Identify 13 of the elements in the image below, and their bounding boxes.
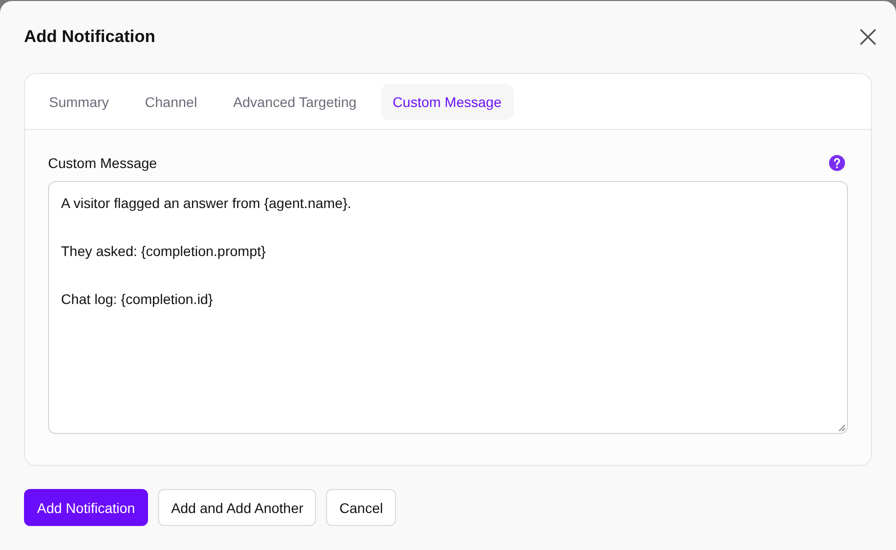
message-field[interactable]: A visitor flagged an answer from {agent.name}. They asked: {completion.prompt} Chat log: {completion.id} (48, 181, 848, 434)
dialog-title: Add Notification (24, 27, 156, 47)
field-label: Custom Message (48, 155, 157, 171)
secondary-button[interactable]: Add and Add Another (158, 489, 316, 526)
tab[interactable]: Custom Message (380, 84, 514, 120)
resize-grip-icon[interactable] (838, 424, 846, 432)
tab[interactable]: Summary (37, 84, 121, 120)
tab[interactable]: Channel (132, 84, 210, 120)
tab[interactable]: Advanced Targeting (221, 84, 369, 120)
help-icon[interactable] (828, 154, 846, 172)
close-button[interactable] (858, 27, 878, 47)
secondary-button[interactable]: Cancel (326, 489, 396, 526)
add-notification-button[interactable]: Add Notification (24, 489, 148, 526)
